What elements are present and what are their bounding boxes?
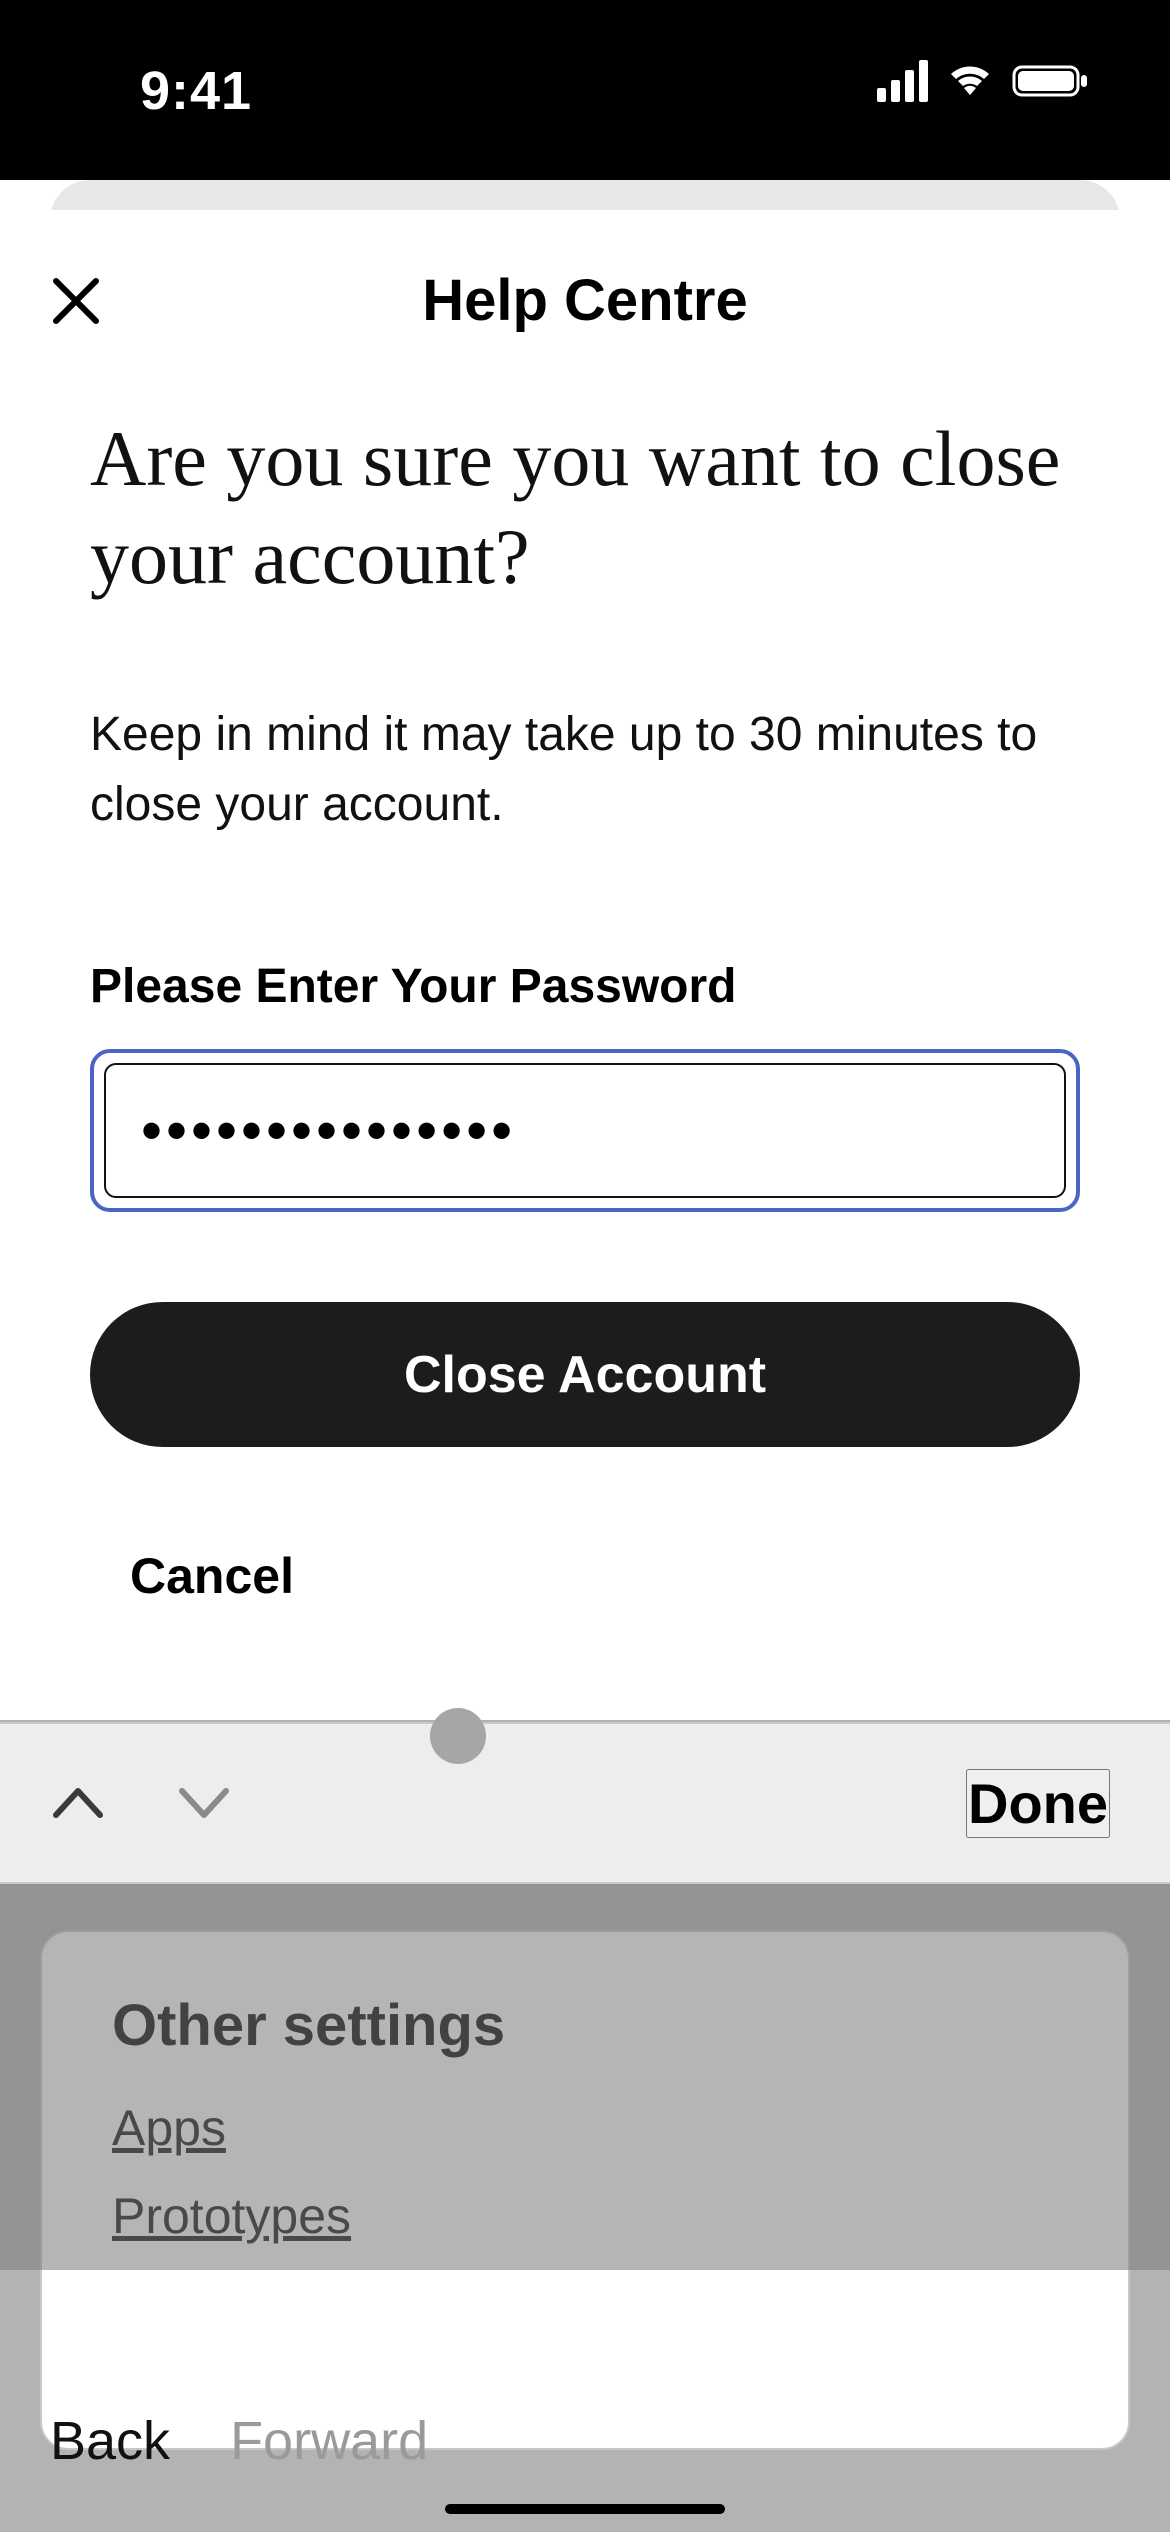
prev-field-icon[interactable] bbox=[50, 1783, 106, 1823]
home-indicator[interactable] bbox=[445, 2504, 725, 2514]
sheet-body: Are you sure you want to close your acco… bbox=[0, 410, 1170, 1605]
cellular-signal-icon bbox=[877, 60, 928, 102]
cancel-button[interactable]: Cancel bbox=[90, 1547, 294, 1605]
close-icon[interactable] bbox=[50, 275, 102, 327]
forward-button: Forward bbox=[230, 2410, 428, 2472]
status-icons bbox=[877, 60, 1090, 102]
sheet-title: Help Centre bbox=[422, 267, 748, 334]
keyboard-done-button[interactable]: Done bbox=[966, 1769, 1110, 1838]
cursor-indicator-icon bbox=[430, 1708, 486, 1764]
close-account-button[interactable]: Close Account bbox=[90, 1302, 1080, 1447]
browser-nav: Back Forward bbox=[50, 2410, 428, 2472]
password-focus-ring bbox=[90, 1049, 1080, 1212]
password-label: Please Enter Your Password bbox=[90, 959, 1080, 1014]
confirm-subtext: Keep in mind it may take up to 30 minute… bbox=[90, 700, 1080, 839]
back-button[interactable]: Back bbox=[50, 2410, 170, 2472]
dim-overlay bbox=[0, 1884, 1170, 2270]
status-bar: 9:41 bbox=[0, 0, 1170, 180]
battery-icon bbox=[1012, 63, 1090, 99]
sheet-header: Help Centre bbox=[0, 210, 1170, 390]
next-field-icon[interactable] bbox=[176, 1783, 232, 1823]
keyboard-accessory-bar: Done bbox=[0, 1722, 1170, 1884]
password-input[interactable] bbox=[104, 1063, 1066, 1198]
confirm-heading: Are you sure you want to close your acco… bbox=[90, 410, 1080, 605]
wifi-icon bbox=[946, 63, 994, 99]
help-centre-sheet: Help Centre Are you sure you want to clo… bbox=[0, 210, 1170, 1720]
status-time: 9:41 bbox=[140, 60, 252, 122]
